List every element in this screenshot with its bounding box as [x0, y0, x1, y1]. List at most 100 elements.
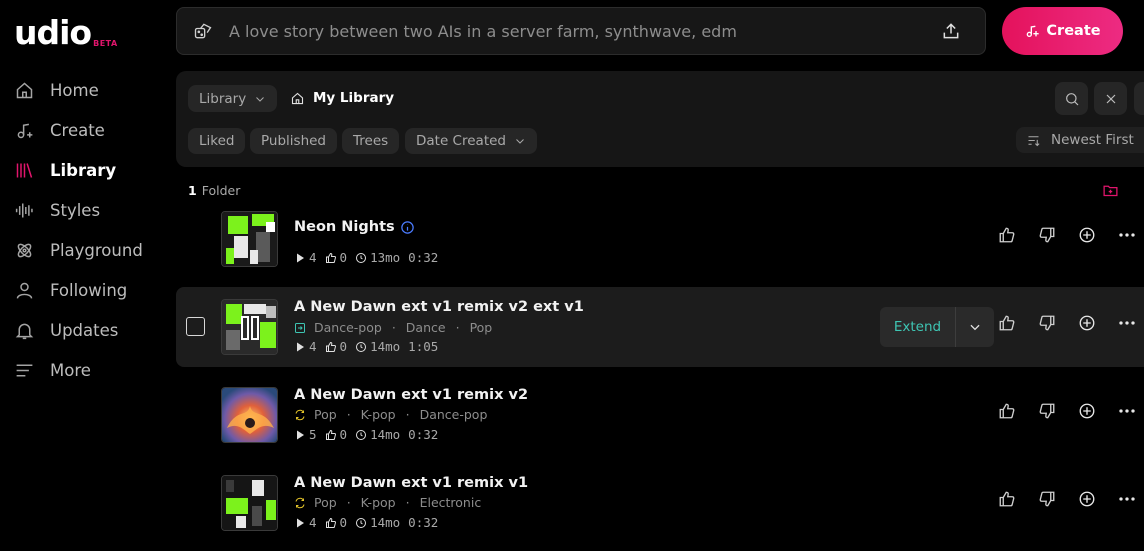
- remix-tag-icon: [295, 497, 305, 508]
- song-tag[interactable]: K-pop: [361, 407, 396, 422]
- clear-button[interactable]: [1094, 82, 1127, 115]
- prompt-input[interactable]: A love story between two AIs in a server…: [176, 7, 986, 55]
- library-icon: [16, 162, 33, 178]
- filter-liked[interactable]: Liked: [188, 128, 246, 154]
- like-count: 0: [339, 427, 348, 442]
- thumbs-up-icon[interactable]: [998, 226, 1016, 244]
- song-title-text: Neon Nights: [294, 219, 395, 235]
- song-cover[interactable]: [221, 211, 278, 267]
- library-scope-dropdown[interactable]: Library: [188, 85, 278, 112]
- thumbs-up-icon[interactable]: [998, 402, 1016, 420]
- play-icon: [297, 342, 304, 351]
- song-row[interactable]: A New Dawn ext v1 remix v1 Pop · K-pop · E…: [176, 463, 1144, 543]
- song-cover[interactable]: [221, 475, 278, 531]
- filter-label: Trees: [353, 133, 389, 149]
- song-tag[interactable]: Pop: [314, 495, 337, 510]
- song-actions: [998, 226, 1136, 244]
- more-options-icon[interactable]: [1118, 402, 1136, 420]
- sidebar-item-label: Create: [50, 120, 105, 140]
- sidebar-item-more[interactable]: More: [0, 350, 170, 390]
- breadcrumb-label: My Library: [313, 90, 395, 106]
- clock-icon: [356, 517, 367, 528]
- song-tags: Dance-pop · Dance · Pop: [294, 320, 492, 335]
- song-title[interactable]: A New Dawn ext v1 remix v2: [294, 387, 528, 403]
- song-row[interactable]: Neon Nights 4 0 13mo 0:32: [176, 199, 1144, 279]
- add-folder-icon[interactable]: [1102, 182, 1119, 199]
- thumbs-down-icon[interactable]: [1038, 314, 1056, 332]
- sidebar-item-label: More: [50, 360, 91, 380]
- search-icon: [1065, 92, 1078, 105]
- remix-tag-icon: [295, 409, 305, 420]
- sidebar-nav: Home Create Library Styles Playground Fo…: [0, 70, 170, 390]
- sidebar-item-label: Home: [50, 80, 99, 100]
- dice-icon[interactable]: [193, 21, 213, 41]
- breadcrumb[interactable]: My Library: [290, 90, 394, 106]
- upload-icon[interactable]: [941, 21, 961, 41]
- filter-date-created[interactable]: Date Created: [405, 128, 537, 154]
- thumbs-up-icon[interactable]: [998, 490, 1016, 508]
- song-cover[interactable]: [221, 299, 278, 355]
- waveform-icon: [15, 203, 33, 217]
- music-plus-icon: [1027, 25, 1040, 37]
- more-options-icon[interactable]: [1118, 490, 1136, 508]
- sidebar-item-create[interactable]: Create: [0, 110, 170, 150]
- chevron-down-icon: [516, 139, 524, 144]
- more-options-icon[interactable]: [1118, 226, 1136, 244]
- sort-dropdown[interactable]: Newest First: [1016, 127, 1144, 153]
- song-actions: [998, 402, 1136, 420]
- add-to-playlist-icon[interactable]: [1078, 226, 1096, 244]
- filter-published[interactable]: Published: [250, 128, 337, 154]
- thumbs-down-icon[interactable]: [1038, 226, 1056, 244]
- folder-count: 1 Folder: [188, 183, 240, 198]
- thumbs-down-icon[interactable]: [1038, 490, 1056, 508]
- song-cover[interactable]: [221, 387, 278, 443]
- add-to-playlist-icon[interactable]: [1078, 490, 1096, 508]
- song-tag[interactable]: Dance-pop: [420, 407, 488, 422]
- song-title[interactable]: A New Dawn ext v1 remix v2 ext v1: [294, 299, 584, 315]
- sidebar-item-playground[interactable]: Playground: [0, 230, 170, 270]
- more-options-icon[interactable]: [1118, 314, 1136, 332]
- extend-tag-icon: [295, 322, 305, 333]
- thumbs-up-icon[interactable]: [998, 314, 1016, 332]
- prompt-placeholder: A love story between two AIs in a server…: [229, 21, 737, 41]
- sidebar-item-home[interactable]: Home: [0, 70, 170, 110]
- song-row[interactable]: A New Dawn ext v1 remix v2 ext v1 Dance-…: [176, 287, 1144, 367]
- sidebar-item-following[interactable]: Following: [0, 270, 170, 310]
- sidebar-item-label: Updates: [50, 320, 119, 340]
- clock-icon: [356, 429, 367, 440]
- sidebar-item-library[interactable]: Library: [0, 150, 170, 190]
- song-tag[interactable]: Pop: [314, 407, 337, 422]
- song-tag[interactable]: Electronic: [420, 495, 482, 510]
- song-actions: [998, 490, 1136, 508]
- info-icon[interactable]: [400, 220, 415, 235]
- thumbs-down-icon[interactable]: [1038, 402, 1056, 420]
- song-row[interactable]: A New Dawn ext v1 remix v2 Pop · K-pop · D…: [176, 375, 1144, 455]
- song-tag[interactable]: K-pop: [361, 495, 396, 510]
- song-tag[interactable]: Dance-pop: [314, 320, 382, 335]
- song-stats: 4 0 14mo 0:32: [294, 515, 438, 530]
- udio-logo[interactable]: udio BETA: [14, 16, 118, 49]
- add-to-playlist-icon[interactable]: [1078, 314, 1096, 332]
- song-title[interactable]: A New Dawn ext v1 remix v1: [294, 475, 528, 491]
- clock-icon: [356, 252, 367, 263]
- search-button[interactable]: [1055, 82, 1088, 115]
- song-title[interactable]: Neon Nights: [294, 219, 415, 235]
- sidebar-item-updates[interactable]: Updates: [0, 310, 170, 350]
- chevron-down-icon[interactable]: [968, 320, 982, 334]
- add-to-playlist-icon[interactable]: [1078, 402, 1096, 420]
- extend-button[interactable]: Extend: [880, 307, 956, 347]
- song-duration: 0:32: [408, 427, 439, 442]
- create-button[interactable]: Create: [1002, 7, 1123, 55]
- home-icon: [16, 82, 33, 98]
- song-tag[interactable]: Pop: [470, 320, 493, 335]
- song-title-text: A New Dawn ext v1 remix v2: [294, 387, 529, 403]
- select-checkbox[interactable]: [186, 317, 205, 336]
- play-count: 4: [309, 250, 317, 265]
- song-tag[interactable]: Dance: [406, 320, 446, 335]
- more-toolbar-button[interactable]: [1134, 82, 1144, 115]
- song-title-text: A New Dawn ext v1 remix v2 ext v1: [294, 299, 584, 315]
- song-age: 14mo: [370, 515, 401, 530]
- sidebar-item-styles[interactable]: Styles: [0, 190, 170, 230]
- filter-trees[interactable]: Trees: [342, 128, 400, 154]
- pause-icon[interactable]: [240, 316, 260, 340]
